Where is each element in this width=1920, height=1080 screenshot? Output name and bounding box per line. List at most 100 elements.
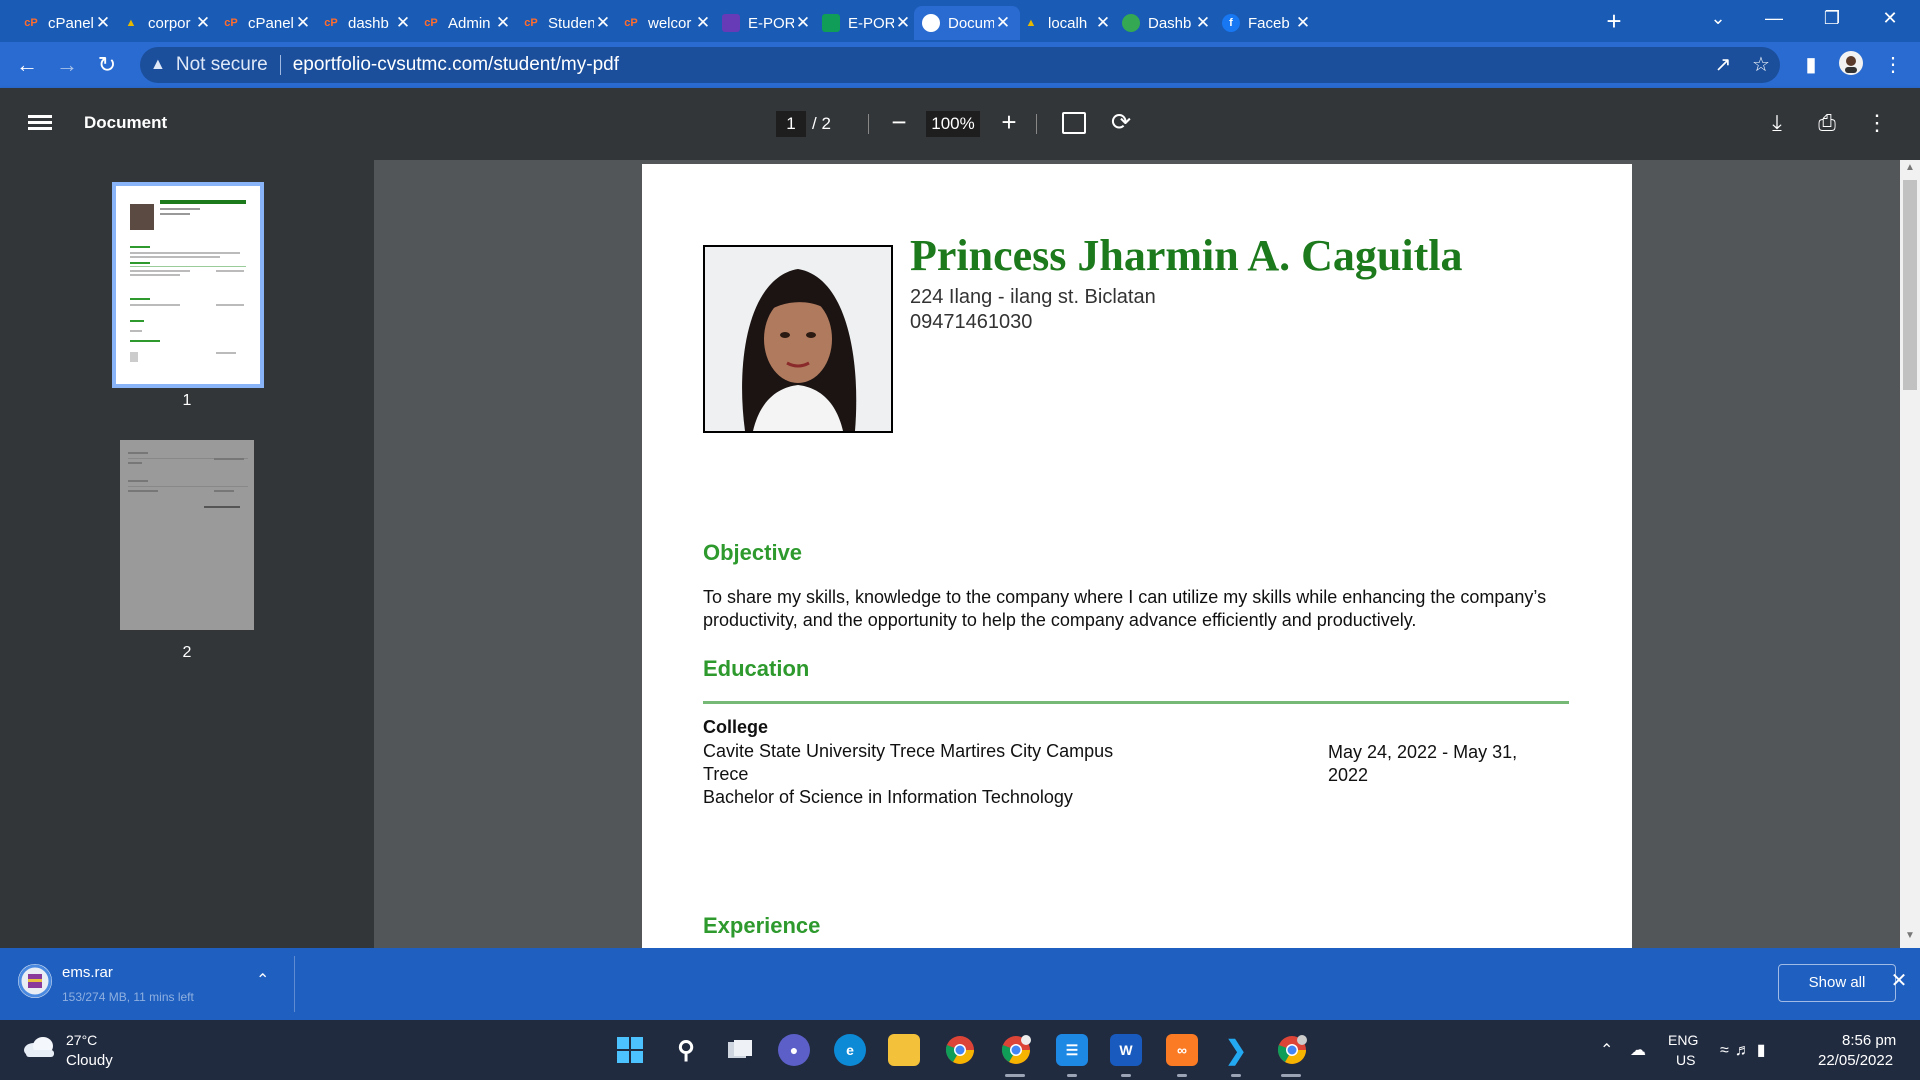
hamburger-menu-icon[interactable] (28, 112, 52, 136)
vscode-icon[interactable]: ❯ (1220, 1034, 1252, 1066)
wifi-volume-battery-icons[interactable]: ≈♬▮ (1720, 1040, 1772, 1060)
scrollbar-thumb[interactable] (1903, 180, 1917, 390)
cpanel-icon: cP (224, 17, 238, 29)
browser-menu-icon[interactable]: ⋮ (1878, 50, 1908, 80)
page-thumbnail-2[interactable] (120, 440, 254, 630)
mountain-logo-icon: ▲ (125, 17, 137, 29)
chrome-secondary-icon[interactable] (1276, 1034, 1308, 1066)
notepad-icon[interactable]: ☰ (1056, 1034, 1088, 1066)
tab-close-icon[interactable]: ✕ (994, 13, 1012, 33)
tab-close-icon[interactable]: ✕ (494, 13, 512, 33)
keyboard-layout-indicator[interactable]: US (1676, 1052, 1695, 1068)
profile-photo (703, 245, 893, 433)
window-close-button[interactable]: ✕ (1862, 0, 1918, 38)
tab-close-icon[interactable]: ✕ (194, 13, 212, 33)
task-view-icon[interactable] (724, 1034, 756, 1066)
tab-close-icon[interactable]: ✕ (394, 13, 412, 33)
reload-icon[interactable]: ↻ (92, 50, 122, 80)
zoom-level-input[interactable]: 100% (926, 111, 980, 137)
address-bar[interactable]: ▲ Not secure eportfolio-cvsutmc.com/stud… (140, 47, 1780, 83)
tab-strip: cP cPanel ✕ ▲ corpor ✕ cP cPanel ✕ cP dashb ✕ cP Admi… (0, 0, 1920, 42)
browser-tab[interactable]: cP cPanel ✕ (14, 6, 120, 40)
globe-icon (922, 14, 940, 32)
browser-tab[interactable]: Docum ✕ (914, 6, 1020, 40)
tab-close-icon[interactable]: ✕ (294, 13, 312, 33)
url-text[interactable]: eportfolio-cvsutmc.com/student/my-pdf (293, 54, 619, 76)
browser-tab[interactable]: ▲ localh ✕ (1014, 6, 1120, 40)
browser-tab[interactable]: f Faceb ✕ (1214, 6, 1320, 40)
word-icon[interactable]: W (1110, 1034, 1142, 1066)
active-app-indicator (1005, 1074, 1025, 1077)
tab-close-icon[interactable]: ✕ (94, 13, 112, 33)
teams-chat-icon[interactable]: ● (778, 1034, 810, 1066)
more-options-icon[interactable]: ⋮ (1862, 108, 1892, 138)
profile-avatar[interactable] (1836, 50, 1866, 80)
running-app-indicator (1177, 1074, 1187, 1077)
new-tab-button[interactable]: + (1598, 6, 1630, 38)
navigation-bar: ← → ↻ ▲ Not secure eportfolio-cvsutmc.co… (0, 42, 1920, 88)
tab-search-chevron-icon[interactable]: ⌄ (1690, 0, 1746, 38)
language-indicator[interactable]: ENG (1668, 1032, 1698, 1048)
browser-tab[interactable]: cP cPanel ✕ (214, 6, 320, 40)
page-number-input[interactable]: 1 (776, 111, 806, 137)
share-icon[interactable]: ↗ (1708, 50, 1738, 80)
rotate-icon[interactable]: ⟳ (1106, 108, 1136, 138)
forms-icon (722, 14, 740, 32)
pdf-viewer[interactable]: Princess Jharmin A. Caguitla 224 Ilang -… (374, 160, 1900, 948)
browser-tab[interactable]: ▲ corpor ✕ (114, 6, 220, 40)
browser-tab[interactable]: Dashb ✕ (1114, 6, 1220, 40)
scroll-up-arrow-icon[interactable]: ▲ (1900, 162, 1920, 178)
file-explorer-icon[interactable] (888, 1034, 920, 1066)
tab-close-icon[interactable]: ✕ (594, 13, 612, 33)
tab-close-icon[interactable]: ✕ (1194, 13, 1212, 33)
tab-close-icon[interactable]: ✕ (794, 13, 812, 33)
restore-button[interactable]: ❐ (1804, 0, 1860, 38)
zoom-in-button[interactable]: + (994, 108, 1024, 138)
browser-tab[interactable]: E-POR ✕ (714, 6, 820, 40)
fit-to-page-icon[interactable] (1062, 112, 1086, 134)
show-all-button[interactable]: Show all (1778, 964, 1896, 1002)
cloud-weather-icon[interactable] (22, 1036, 56, 1058)
tab-close-icon[interactable]: ✕ (1094, 13, 1112, 33)
chrome-icon[interactable] (944, 1034, 976, 1066)
zoom-out-button[interactable]: − (884, 108, 914, 138)
security-label[interactable]: Not secure (176, 54, 268, 76)
tab-label: Studen (548, 14, 594, 32)
onedrive-cloud-icon[interactable]: ☁ (1630, 1040, 1646, 1060)
chrome-profile-icon[interactable] (1000, 1034, 1032, 1066)
close-download-bar-icon[interactable]: ✕ (1884, 968, 1914, 998)
tab-close-icon[interactable]: ✕ (894, 13, 912, 33)
tab-close-icon[interactable]: ✕ (694, 13, 712, 33)
forward-arrow-icon[interactable]: → (52, 50, 82, 80)
side-panel-icon[interactable]: ▮ (1796, 50, 1826, 80)
edge-browser-icon[interactable]: e (834, 1034, 866, 1066)
tab-label: localh (1048, 14, 1088, 32)
minimize-button[interactable]: — (1746, 0, 1802, 38)
print-icon[interactable]: ⎙ (1812, 108, 1842, 138)
search-icon[interactable]: ⚲ (670, 1034, 702, 1066)
page-thumbnail-1[interactable] (112, 182, 264, 388)
chevron-up-icon[interactable]: ⌃ (256, 970, 269, 990)
weather-condition[interactable]: Cloudy (66, 1052, 113, 1069)
bookmark-star-icon[interactable]: ☆ (1746, 50, 1776, 80)
browser-tab[interactable]: E-POR ✕ (814, 6, 920, 40)
tab-close-icon[interactable]: ✕ (1294, 13, 1312, 33)
browser-tab[interactable]: cP dashb ✕ (314, 6, 420, 40)
tab-label: welcor (648, 14, 692, 32)
warning-triangle-icon[interactable]: ▲ (150, 56, 166, 74)
clock-date[interactable]: 22/05/2022 (1818, 1052, 1893, 1069)
rar-file-icon[interactable] (18, 964, 52, 998)
scroll-down-arrow-icon[interactable]: ▼ (1900, 930, 1920, 946)
browser-tab[interactable]: cP Admin ✕ (414, 6, 520, 40)
document-title: Document (84, 113, 168, 132)
clock-time[interactable]: 8:56 pm (1842, 1032, 1896, 1049)
browser-tab[interactable]: cP Studen ✕ (514, 6, 620, 40)
windows-start-icon[interactable] (614, 1034, 646, 1066)
weather-temperature[interactable]: 27°C (66, 1032, 97, 1048)
back-arrow-icon[interactable]: ← (12, 50, 42, 80)
browser-tab[interactable]: cP welcor ✕ (614, 6, 720, 40)
xampp-icon[interactable]: ∞ (1166, 1034, 1198, 1066)
download-filename[interactable]: ems.rar (62, 964, 113, 981)
download-icon[interactable]: ⤓ (1762, 108, 1792, 138)
tray-overflow-chevron-icon[interactable]: ⌃ (1600, 1040, 1613, 1060)
